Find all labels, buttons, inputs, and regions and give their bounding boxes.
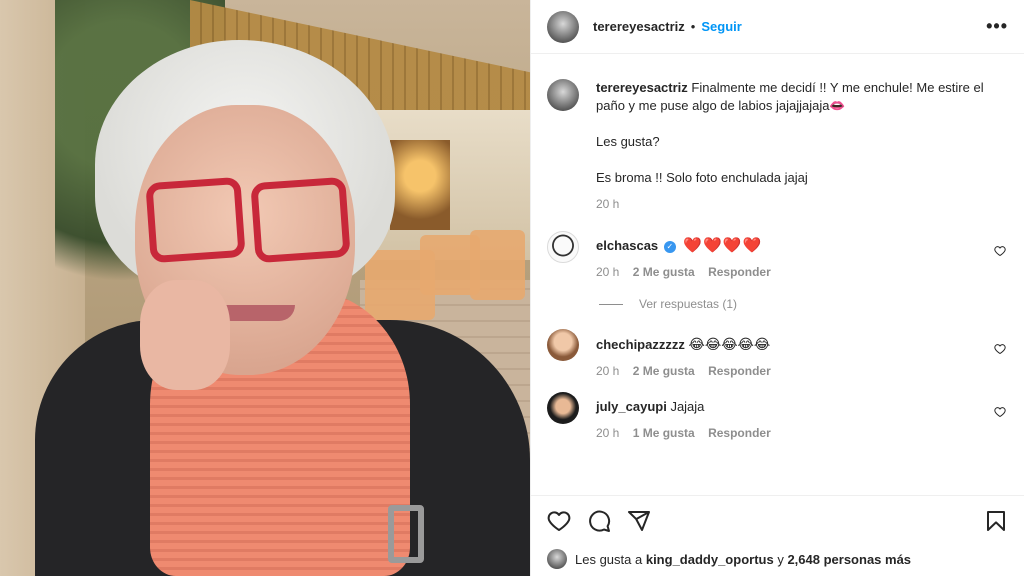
comment-item: elchascas ✓ ❤️❤️❤️❤️ 20 h 2 Me gusta Res… [547,231,1008,279]
author-username[interactable]: terereyesactriz [593,19,685,34]
photo-buckle [388,505,424,563]
reply-button[interactable]: Responder [708,364,771,378]
follow-button[interactable]: Seguir [701,19,741,34]
caption-meta: 20 h [596,195,1008,213]
comment-likes[interactable]: 2 Me gusta [633,364,695,378]
caption-time[interactable]: 20 h [596,197,619,211]
liker-avatar[interactable] [547,549,567,569]
more-icon[interactable]: ••• [986,16,1008,37]
post-sidebar: terereyesactriz • Seguir ••• terereyesac… [530,0,1024,576]
photo-hand [140,280,230,390]
likes-summary: Les gusta a king_daddy_oportus y 2,648 p… [547,549,1008,569]
post-header: terereyesactriz • Seguir ••• [531,0,1024,54]
comment-like-heart-icon[interactable] [994,343,1006,358]
comment-item: july_cayupi Jajaja 20 h 1 Me gusta Respo… [547,392,1008,440]
caption-username[interactable]: terereyesactriz [596,80,688,95]
likes-prefix: Les gusta a [575,551,643,567]
heart-icon[interactable] [547,509,571,533]
likes-text: Les gusta a king_daddy_oportus y 2,648 p… [575,552,911,567]
reply-button[interactable]: Responder [708,265,771,279]
commenter-avatar[interactable] [547,392,579,424]
caption: terereyesactriz Finalmente me decidí !! … [547,79,1008,213]
photo-glasses [145,176,353,265]
glasses-lens [250,176,351,264]
author-avatar[interactable] [547,10,579,43]
comment-meta: 20 h 1 Me gusta Responder [596,426,1008,440]
caption-text-2: Les gusta? [596,134,660,149]
comment-icon[interactable] [587,509,611,533]
comment-like-heart-icon[interactable] [994,245,1006,260]
header-separator: • [690,19,696,34]
post-photo[interactable] [0,0,530,576]
view-replies-line [599,303,623,305]
comment-time[interactable]: 20 h [596,364,619,378]
likes-count[interactable]: 2,648 personas más [787,552,911,567]
comment-text: 😂😂😂😂😂 [688,336,771,352]
photo-chair [365,250,435,320]
action-bar [531,495,1024,545]
view-replies-label: Ver respuestas (1) [639,297,738,311]
commenter-avatar[interactable] [547,231,579,263]
comment-time[interactable]: 20 h [596,426,619,440]
bookmark-icon[interactable] [984,509,1008,533]
comment-item: chechipazzzzz 😂😂😂😂😂 20 h 2 Me gusta Resp… [547,329,1008,378]
comments-list[interactable]: terereyesactriz Finalmente me decidí !! … [531,55,1024,495]
comment-text: Jajaja [670,399,705,414]
caption-text-3: Es broma !! Solo foto enchulada jajaj [596,170,808,185]
comment-text: ❤️❤️❤️❤️ [683,237,763,254]
reply-button[interactable]: Responder [708,426,771,440]
comment-like-heart-icon[interactable] [994,406,1006,421]
comment-likes[interactable]: 2 Me gusta [633,265,695,279]
glasses-lens [145,176,246,264]
photo-chair [470,230,525,300]
commenter-username[interactable]: july_cayupi [596,399,667,414]
comment-time[interactable]: 20 h [596,265,619,279]
photo-door [390,140,450,230]
caption-avatar[interactable] [547,79,579,111]
liker-username[interactable]: king_daddy_oportus [646,552,774,567]
comment-meta: 20 h 2 Me gusta Responder [596,364,1008,378]
view-replies-button[interactable]: Ver respuestas (1) [599,297,1008,311]
likes-connector: y [777,551,784,567]
comment-meta: 20 h 2 Me gusta Responder [596,265,1008,279]
share-icon[interactable] [627,509,651,533]
instagram-post-modal: terereyesactriz • Seguir ••• terereyesac… [0,0,1024,576]
commenter-username[interactable]: elchascas [596,238,658,253]
commenter-username[interactable]: chechipazzzzz [596,337,685,352]
verified-icon: ✓ [663,241,676,253]
comment-likes[interactable]: 1 Me gusta [633,426,695,440]
commenter-avatar[interactable] [547,329,579,361]
